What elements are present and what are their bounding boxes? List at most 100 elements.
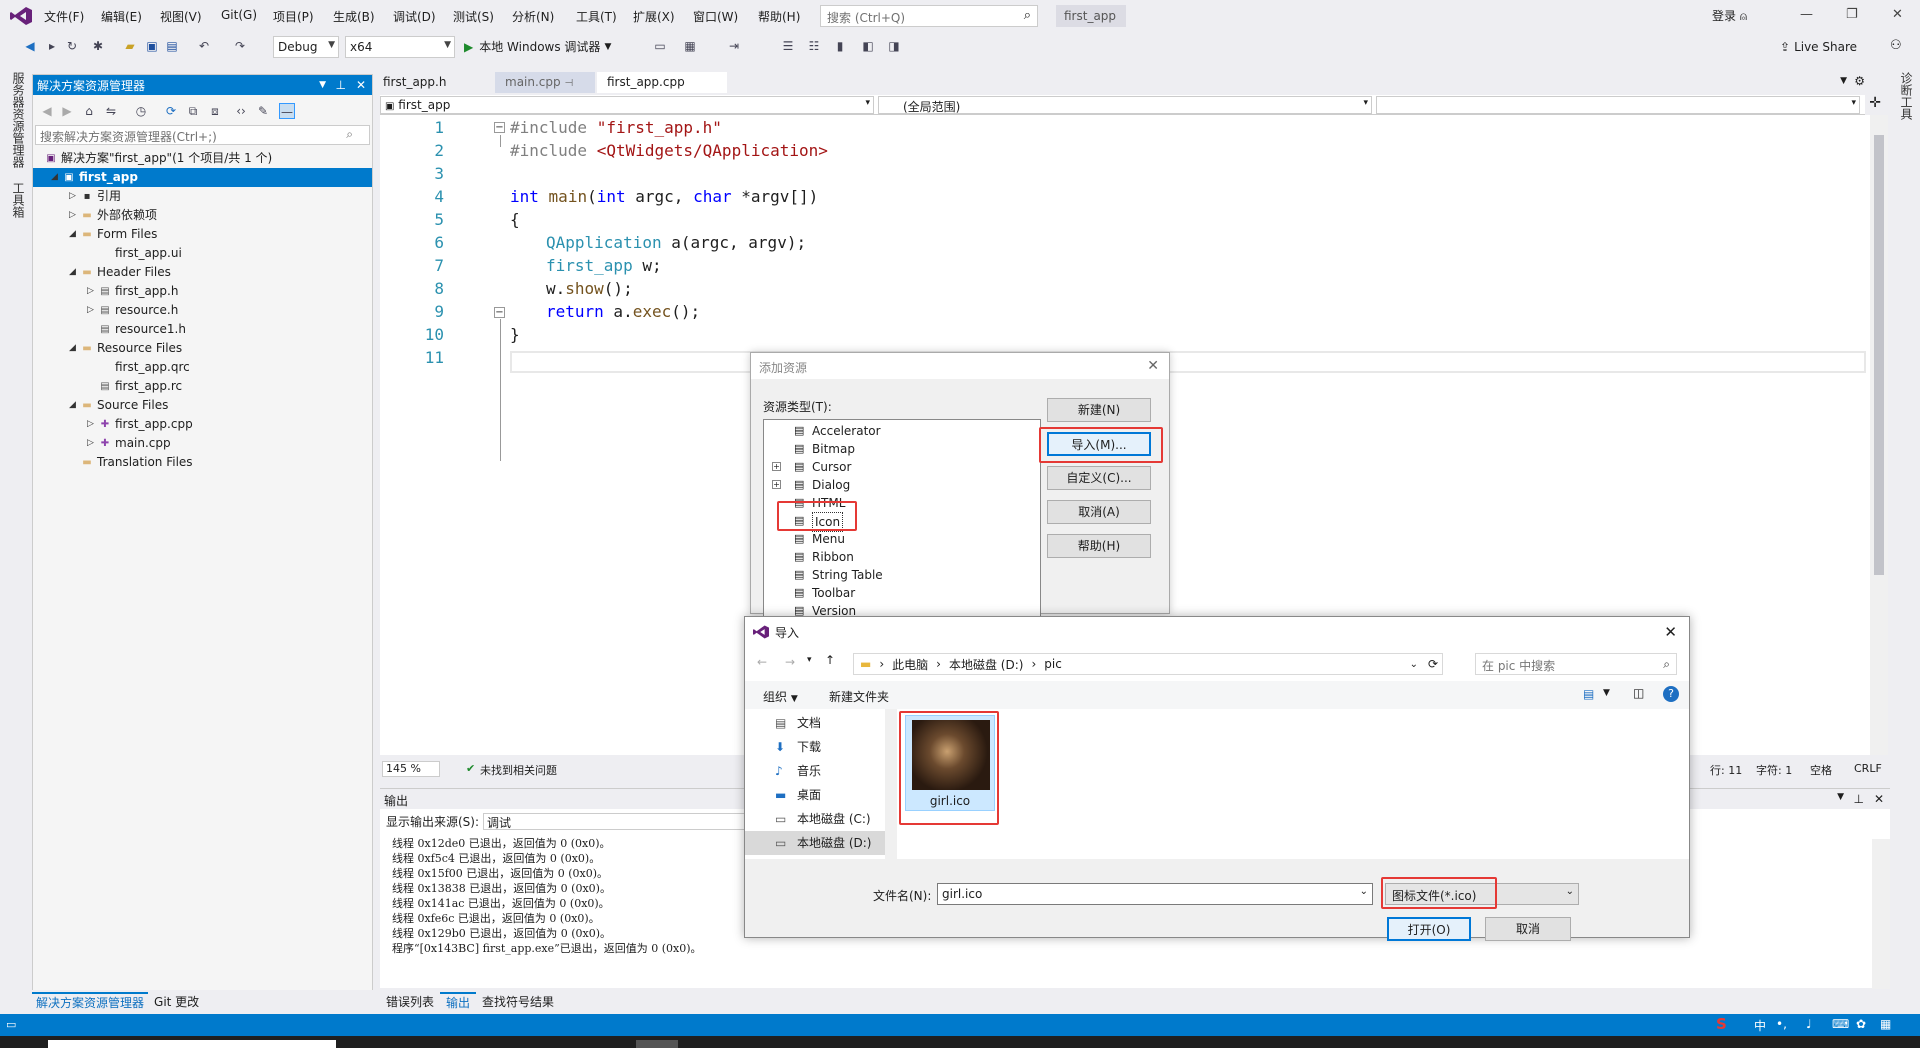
- home-icon[interactable]: ⌂: [81, 103, 97, 119]
- expand-icon[interactable]: ▷: [87, 301, 94, 320]
- tree-item[interactable]: ▷ ✚ main.cpp: [33, 434, 372, 453]
- custom-resource-button[interactable]: 自定义(C)...: [1047, 466, 1151, 490]
- tree-item[interactable]: ▷ ▤ resource.h: [33, 301, 372, 320]
- diagnostic-tools-tab[interactable]: 诊断工具: [1898, 72, 1915, 120]
- tree-item[interactable]: ▷ ▬ 外部依赖项: [33, 206, 372, 225]
- taskbar-search[interactable]: [48, 1040, 336, 1048]
- expand-icon[interactable]: ▷: [87, 282, 94, 301]
- skin-icon[interactable]: ✿: [1856, 1017, 1866, 1031]
- new-folder-button[interactable]: 新建文件夹: [829, 688, 889, 705]
- menu-edit[interactable]: 编辑(E): [101, 8, 142, 25]
- bookmark-prev-icon[interactable]: ◧: [860, 38, 876, 54]
- cancel-button[interactable]: 取消(A): [1047, 500, 1151, 524]
- platform-select[interactable]: x64 ▼: [345, 36, 455, 58]
- chevron-down-icon[interactable]: ▼: [1603, 688, 1610, 698]
- chevron-down-icon[interactable]: ⌄: [1410, 659, 1418, 670]
- open-button[interactable]: 打开(O): [1387, 917, 1471, 941]
- tree-item[interactable]: first_app.qrc: [33, 358, 372, 377]
- tab-output[interactable]: 输出: [440, 991, 477, 1011]
- code-view-icon[interactable]: ‹›: [233, 103, 249, 119]
- chevron-down-icon[interactable]: ▼: [1837, 792, 1844, 802]
- nav-item[interactable]: ▤ 文档: [745, 711, 885, 735]
- filename-input[interactable]: girl.ico ⌄: [937, 883, 1373, 905]
- tree-item[interactable]: ◢ ▣ first_app: [33, 168, 372, 187]
- undo-icon[interactable]: ↶: [196, 38, 212, 54]
- view-options-icon[interactable]: ▤: [1583, 687, 1594, 701]
- menu-window[interactable]: 窗口(W): [693, 8, 738, 25]
- expand-icon[interactable]: +: [772, 480, 781, 489]
- issues-text[interactable]: 未找到相关问题: [480, 762, 557, 778]
- expand-icon[interactable]: ▷: [87, 415, 94, 434]
- split-icon[interactable]: ✛: [1869, 95, 1881, 111]
- menu-file[interactable]: 文件(F): [44, 8, 84, 25]
- menu-tools[interactable]: 工具(T): [576, 8, 617, 25]
- forward-icon-2[interactable]: ↻: [64, 38, 80, 54]
- ime-mode-icon[interactable]: 中: [1754, 1017, 1766, 1034]
- scope-select[interactable]: (全局范围) ▾: [878, 96, 1372, 114]
- zoom-select[interactable]: 145 %: [382, 761, 440, 777]
- menu-debug[interactable]: 调试(D): [393, 8, 436, 25]
- spaces-indicator[interactable]: 空格: [1810, 762, 1832, 778]
- visual-studio-logo-icon[interactable]: [10, 7, 32, 25]
- login-link[interactable]: 登录 ⍝: [1712, 7, 1747, 24]
- expand-icon[interactable]: ▷: [87, 434, 94, 453]
- refresh-icon[interactable]: ⟳: [1428, 657, 1438, 671]
- menu-extensions[interactable]: 扩展(X): [633, 8, 675, 25]
- collapse-icon[interactable]: ◢: [51, 168, 58, 187]
- collapse-icon[interactable]: −: [494, 307, 505, 318]
- tree-item[interactable]: ▷ ▪ 引用: [33, 187, 372, 206]
- step-icon[interactable]: ⇥: [726, 38, 742, 54]
- close-window-icon[interactable]: ✕: [1892, 7, 1903, 22]
- microphone-icon[interactable]: ♩: [1806, 1017, 1812, 1031]
- screenshot-icon[interactable]: ▦: [682, 38, 698, 54]
- history-icon[interactable]: ◷: [133, 103, 149, 119]
- eol-indicator[interactable]: CRLF: [1854, 762, 1882, 775]
- pin-icon[interactable]: ⊣: [564, 78, 573, 89]
- keyboard-icon[interactable]: ⌨: [1832, 1017, 1849, 1031]
- bookmark-icon[interactable]: ▮: [832, 38, 848, 54]
- nav-item[interactable]: ▬ 桌面: [745, 783, 885, 807]
- nav-item[interactable]: ▭ 本地磁盘 (D:): [745, 831, 885, 855]
- taskbar-app[interactable]: [636, 1040, 678, 1048]
- tree-item[interactable]: ▷ ▤ first_app.h: [33, 282, 372, 301]
- expand-icon[interactable]: ▷: [69, 206, 76, 225]
- gear-icon[interactable]: ⚙: [1854, 74, 1865, 88]
- chevron-down-icon[interactable]: ▾: [807, 655, 812, 665]
- nav-item[interactable]: ▭ 本地磁盘 (C:): [745, 807, 885, 831]
- run-debugger-button[interactable]: ▶ 本地 Windows 调试器 ▼: [464, 38, 611, 55]
- output-scrollbar[interactable]: [1872, 839, 1890, 989]
- editor-vertical-scrollbar[interactable]: [1870, 115, 1888, 755]
- help-icon[interactable]: ?: [1663, 686, 1679, 702]
- chevron-down-icon[interactable]: ▼: [319, 80, 326, 90]
- tree-item[interactable]: ▤ resource1.h: [33, 320, 372, 339]
- live-share-button[interactable]: ⇪ Live Share: [1780, 40, 1857, 54]
- path-drive-d[interactable]: 本地磁盘 (D:): [949, 656, 1023, 673]
- toolbox-icon[interactable]: ▦: [1880, 1017, 1891, 1031]
- project-scope-select[interactable]: ▣ first_app ▾: [380, 96, 874, 114]
- back-icon[interactable]: ◀: [22, 38, 38, 54]
- tab-main-cpp[interactable]: main.cpp ⊣: [495, 72, 595, 93]
- back-icon[interactable]: ◀: [39, 103, 55, 119]
- tab-find-symbol-results[interactable]: 查找符号结果: [476, 993, 560, 1010]
- tab-solution-explorer[interactable]: 解决方案资源管理器: [32, 991, 149, 1011]
- punctuation-icon[interactable]: •,: [1776, 1017, 1787, 1031]
- collapse-icon[interactable]: ◢: [69, 263, 76, 282]
- toolbox-tab[interactable]: 工具箱: [10, 182, 27, 218]
- restore-icon[interactable]: ❐: [1846, 7, 1858, 22]
- close-icon[interactable]: ✕: [1664, 623, 1677, 641]
- save-icon[interactable]: ▣: [144, 38, 160, 54]
- menu-project[interactable]: 项目(P): [273, 8, 314, 25]
- forward-icon[interactable]: ▶: [59, 103, 75, 119]
- configuration-select[interactable]: Debug ▼: [273, 36, 339, 58]
- tab-first-app-cpp[interactable]: first_app.cpp: [597, 72, 727, 93]
- save-all-icon[interactable]: ▤: [164, 38, 180, 54]
- pin-icon[interactable]: ⊥: [1854, 792, 1864, 806]
- address-box[interactable]: ▬ › 此电脑 › 本地磁盘 (D:) › pic ⌄ ⟳: [853, 653, 1443, 675]
- tree-item[interactable]: ▬ Translation Files: [33, 453, 372, 472]
- folder-search-input[interactable]: 在 pic 中搜索 ⌕: [1475, 653, 1677, 675]
- close-icon[interactable]: ✕: [356, 78, 366, 92]
- close-icon[interactable]: ✕: [1147, 358, 1159, 374]
- browser-icon[interactable]: ▭: [652, 38, 668, 54]
- forward-icon[interactable]: →: [785, 655, 795, 669]
- expand-icon[interactable]: +: [772, 462, 781, 471]
